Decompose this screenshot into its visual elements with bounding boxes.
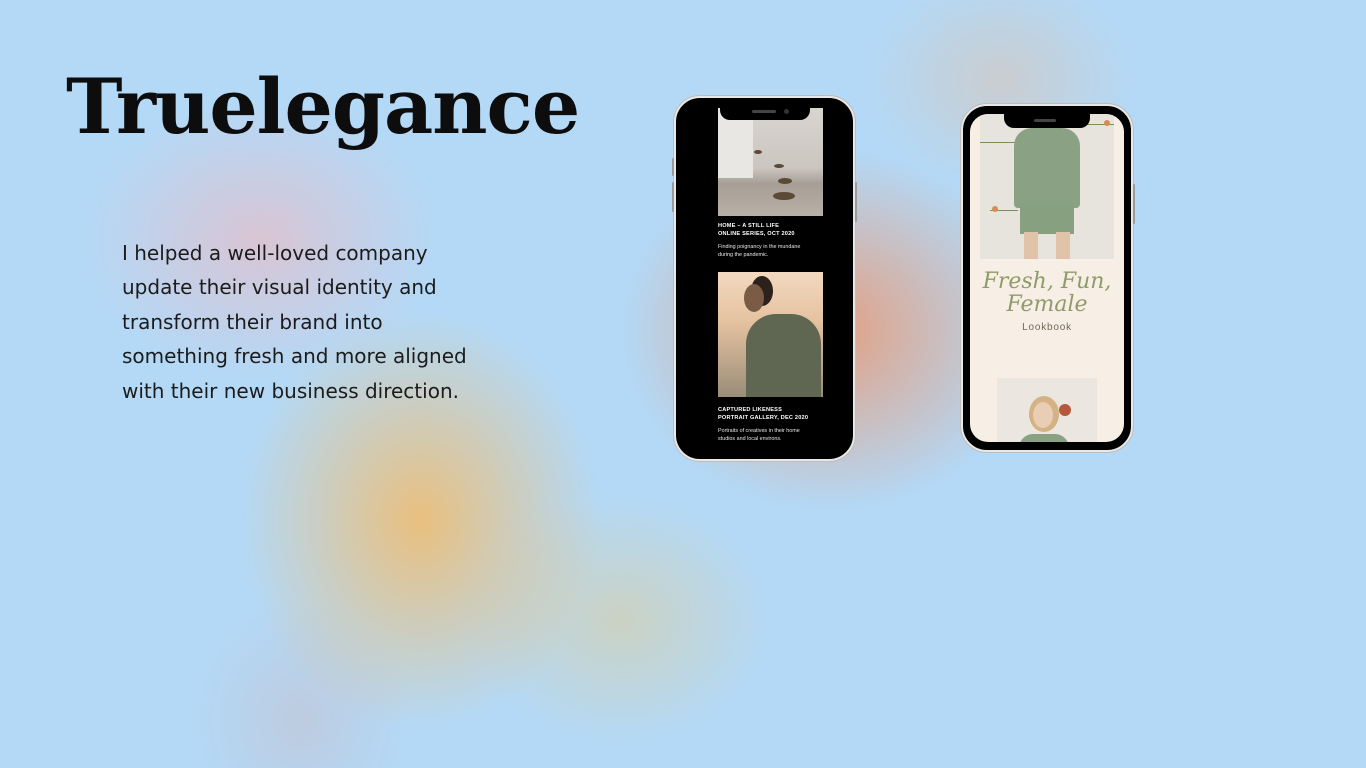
- model-portrait-image: [997, 378, 1097, 442]
- phone-notch: [1004, 114, 1090, 128]
- phone-power-button: [1133, 184, 1135, 224]
- gallery-item-caption: CAPTURED LIKENESS PORTRAIT GALLERY, DEC …: [718, 406, 828, 443]
- lookbook-subtitle: Lookbook: [1022, 322, 1072, 333]
- project-description: I helped a well-loved company update the…: [122, 241, 467, 403]
- lookbook-headline: Fresh, Fun, Female: [970, 270, 1124, 316]
- gallery-item-subtitle: ONLINE SERIES, OCT 2020: [718, 231, 795, 237]
- page-title: Truelegance: [66, 62, 580, 151]
- phone-volume-button: [672, 182, 674, 212]
- gallery-item-subtitle: PORTRAIT GALLERY, DEC 2020: [718, 415, 809, 421]
- phone-mockup-dark: HOME – A STILL LIFE ONLINE SERIES, OCT 2…: [672, 96, 857, 461]
- headline-line: Female: [1006, 292, 1088, 317]
- phone-mockup-light: Fresh, Fun, Female Lookbook: [961, 104, 1135, 452]
- gallery-item-text: during the pandemic.: [718, 252, 769, 258]
- gallery-item-caption: HOME – A STILL LIFE ONLINE SERIES, OCT 2…: [718, 222, 828, 259]
- gallery-item-text: Finding poignancy in the mundane: [718, 244, 801, 250]
- phone-volume-button: [672, 158, 674, 176]
- phone-screen: Fresh, Fun, Female Lookbook: [970, 114, 1124, 442]
- gallery-item-text: studios and local environs.: [718, 436, 782, 442]
- phone-notch: [719, 104, 810, 120]
- phone-screen: HOME – A STILL LIFE ONLINE SERIES, OCT 2…: [682, 104, 847, 453]
- phone-power-button: [855, 182, 857, 222]
- gallery-item-text: Portraits of creatives in their home: [718, 428, 800, 434]
- still-life-image: [718, 108, 823, 216]
- gallery-item-title: HOME – A STILL LIFE: [718, 223, 780, 229]
- fashion-model-image: [980, 114, 1114, 259]
- portrait-image: [718, 272, 823, 397]
- gallery-item-title: CAPTURED LIKENESS: [718, 407, 783, 413]
- headline-line: Fresh, Fun,: [982, 269, 1112, 294]
